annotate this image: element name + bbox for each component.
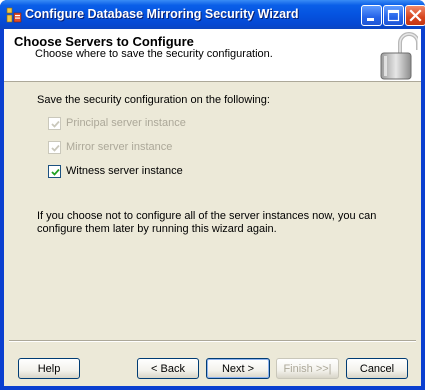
- minimize-icon: [367, 18, 374, 21]
- cancel-button[interactable]: Cancel: [346, 358, 408, 379]
- principal-option: Principal server instance: [48, 116, 186, 130]
- witness-option: Witness server instance: [48, 164, 183, 178]
- page-subtitle: Choose where to save the security config…: [35, 48, 273, 60]
- maximize-button[interactable]: [383, 5, 404, 26]
- wizard-client-area: Choose Servers to Configure Choose where…: [4, 29, 421, 386]
- button-separator: [9, 340, 416, 342]
- padlock-icon: [378, 32, 420, 80]
- intro-label: Save the security configuration on the f…: [37, 94, 270, 106]
- principal-checkbox[interactable]: [48, 116, 61, 130]
- mirror-checkbox[interactable]: [48, 140, 61, 154]
- title-bar[interactable]: Configure Database Mirroring Security Wi…: [0, 0, 425, 29]
- wizard-content: Save the security configuration on the f…: [4, 83, 421, 343]
- checkmark-icon: [51, 144, 60, 152]
- close-icon: [409, 9, 422, 22]
- mirror-label: Mirror server instance: [66, 141, 173, 153]
- database-app-icon: [6, 7, 22, 23]
- maximize-icon: [387, 9, 400, 22]
- help-button[interactable]: Help: [18, 358, 80, 379]
- page-title: Choose Servers to Configure: [14, 34, 194, 49]
- window-title: Configure Database Mirroring Security Wi…: [25, 7, 299, 21]
- finish-button[interactable]: Finish >>|: [276, 358, 339, 379]
- back-button[interactable]: < Back: [137, 358, 199, 379]
- wizard-window: Configure Database Mirroring Security Wi…: [0, 0, 425, 390]
- witness-checkbox[interactable]: [48, 164, 61, 178]
- checkmark-icon: [51, 120, 60, 128]
- principal-label: Principal server instance: [66, 117, 186, 129]
- minimize-button[interactable]: [361, 5, 382, 26]
- close-button[interactable]: [405, 5, 425, 26]
- next-button[interactable]: Next >: [206, 358, 270, 379]
- checkmark-icon: [51, 168, 60, 176]
- witness-label: Witness server instance: [66, 165, 183, 177]
- configure-later-note: If you choose not to configure all of th…: [37, 210, 377, 235]
- wizard-header: Choose Servers to Configure Choose where…: [4, 29, 421, 82]
- mirror-option: Mirror server instance: [48, 140, 172, 154]
